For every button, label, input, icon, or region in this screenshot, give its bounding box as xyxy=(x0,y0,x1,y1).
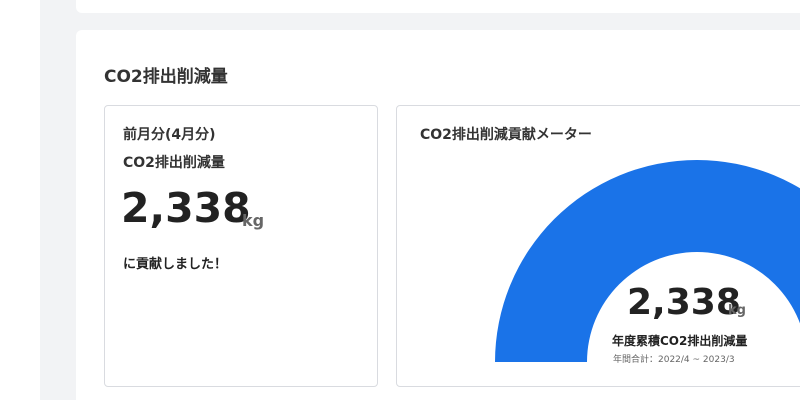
section-title: CO2排出削減量 xyxy=(104,67,228,87)
period-label: 前月分(4月分) xyxy=(123,127,216,143)
contribution-text: に貢献しました！ xyxy=(123,257,228,272)
monthly-value: 2,338 xyxy=(121,184,251,232)
monthly-unit: kg xyxy=(242,211,265,230)
meter-title: CO2排出削減貢献メーター xyxy=(420,127,592,143)
monthly-reduction-card xyxy=(104,105,378,387)
metric-label: CO2排出削減量 xyxy=(123,155,225,171)
gauge-label: 年度累積CO2排出削減量 xyxy=(612,334,748,348)
gauge-period: 年間合計：2022/4 ~ 2023/3 xyxy=(613,355,735,365)
gauge-unit: kg xyxy=(728,303,746,318)
side-panel xyxy=(0,0,40,400)
gauge-value: 2,338 xyxy=(627,282,741,323)
top-card xyxy=(76,0,800,13)
